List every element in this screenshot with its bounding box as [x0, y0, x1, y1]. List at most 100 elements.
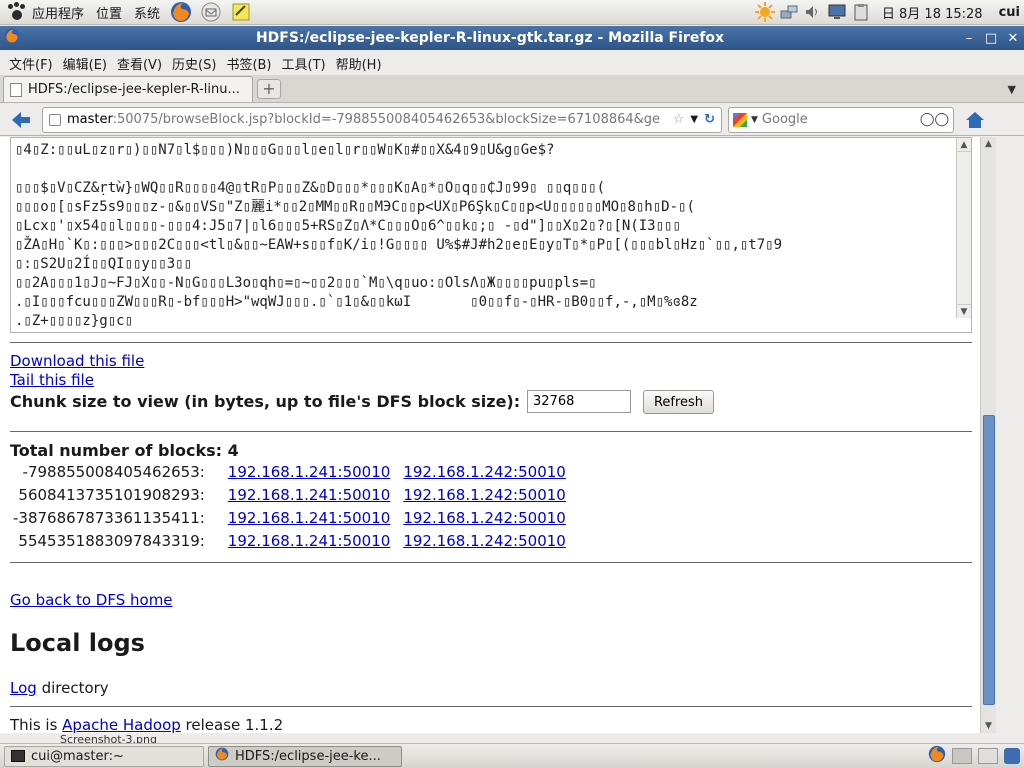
- datanode-link[interactable]: 192.168.1.242:50010: [403, 486, 566, 504]
- user-name[interactable]: cui: [999, 5, 1020, 20]
- search-engine-dropdown-icon[interactable]: ▼: [751, 115, 758, 125]
- back-button[interactable]: [6, 107, 36, 133]
- system-menu-label: 系统: [134, 6, 161, 22]
- file-preview-line: ▯4▯Z:▯▯uL▯z▯r▯)▯▯N7▯l$▯▯▯)N▯▯▯G▯▯▯l▯e▯l▯…: [15, 142, 555, 158]
- release-version: release 1.1.2: [180, 716, 284, 733]
- bookmark-star-icon[interactable]: ☆: [673, 112, 685, 127]
- new-tab-button[interactable]: +: [257, 79, 281, 99]
- menu-history[interactable]: 历史(S): [167, 54, 221, 73]
- system-tray: 日 8月 18 15:28 cui: [754, 0, 1024, 25]
- file-preview-textarea[interactable]: ▯4▯Z:▯▯uL▯z▯r▯)▯▯N7▯l$▯▯▯)N▯▯▯G▯▯▯l▯e▯l▯…: [10, 137, 972, 333]
- tab-list-chevron-icon[interactable]: ▼: [1008, 83, 1016, 96]
- workspace-icon[interactable]: [978, 748, 998, 764]
- window-titlebar[interactable]: HDFS:/eclipse-jee-kepler-R-linux-gtk.tar…: [0, 26, 1024, 50]
- block-node-cell: 192.168.1.241:50010: [225, 460, 401, 483]
- window-title: HDFS:/eclipse-jee-kepler-R-linux-gtk.tar…: [255, 30, 725, 46]
- file-preview-line: .▯I▯▯▯fcu▯▯▯ZW▯▯▯R▯-bf▯▯▯H>"wqWJ▯▯▯.▯`▯1…: [15, 294, 698, 310]
- applications-menu-label: 应用程序: [32, 6, 85, 22]
- taskbar-terminal[interactable]: cui@master:~: [4, 745, 204, 767]
- menu-file[interactable]: 文件(F): [4, 54, 58, 73]
- block-id: 5545351883097843319:: [18, 531, 205, 550]
- firefox-launcher-icon[interactable]: [170, 1, 192, 23]
- close-icon[interactable]: ✕: [1002, 31, 1024, 46]
- textarea-scroll-up-icon[interactable]: ▲: [957, 138, 971, 152]
- apache-hadoop-link[interactable]: Apache Hadoop: [62, 716, 181, 733]
- search-input[interactable]: [761, 112, 916, 127]
- display-icon[interactable]: [826, 2, 848, 22]
- menu-view[interactable]: 查看(V): [112, 54, 167, 73]
- minimize-icon[interactable]: –: [958, 31, 980, 46]
- divider: [10, 562, 972, 563]
- menu-bookmarks[interactable]: 书签(B): [221, 54, 276, 73]
- volume-icon[interactable]: [802, 2, 824, 22]
- search-bar[interactable]: ▼ ◯◯: [728, 106, 954, 133]
- url-host: master: [67, 112, 113, 127]
- local-logs-title: Local logs: [10, 629, 145, 657]
- home-button[interactable]: [960, 107, 990, 133]
- notes-launcher-icon[interactable]: [230, 1, 252, 23]
- google-icon[interactable]: [733, 112, 747, 127]
- datanode-link[interactable]: 192.168.1.241:50010: [228, 463, 391, 481]
- file-preview-line: ▯ŽA▯H▯`K▯:▯▯▯>▯▯▯2C▯▯▯<tl▯&▯▯~EAW+s▯▯f▯K…: [15, 237, 783, 253]
- datanode-link[interactable]: 192.168.1.241:50010: [228, 486, 391, 504]
- file-preview-line: ▯▯▯o▯[▯sFz5s9▯▯▯z-▯&▯▯VS▯"Z▯麗i*▯▯2▯MM▯▯R…: [15, 199, 695, 215]
- log-link[interactable]: Log: [10, 679, 37, 697]
- block-row: -3876867873361135411: 192.168.1.241:50010…: [10, 506, 576, 529]
- divider: [10, 431, 972, 432]
- workspace-icon[interactable]: [952, 748, 972, 764]
- places-menu[interactable]: 位置: [90, 0, 128, 25]
- navigation-bar: master:50075/browseBlock.jsp?blockId=-79…: [0, 104, 1024, 136]
- back-arrow-icon: [12, 111, 30, 128]
- chunk-size-input[interactable]: [527, 390, 631, 413]
- datanode-link[interactable]: 192.168.1.242:50010: [403, 509, 566, 527]
- taskbar-firefox-label: HDFS:/eclipse-jee-ke...: [235, 748, 381, 764]
- firefox-tray-icon[interactable]: [928, 745, 946, 767]
- textarea-scrollbar[interactable]: ▲ ▼: [956, 138, 971, 318]
- page-scroll-up-icon[interactable]: ▲: [981, 137, 996, 151]
- trash-icon[interactable]: [1004, 748, 1020, 764]
- file-preview-line: ▯▯▯c7▯▯▯▯LBV72▯^c▯/z▯▯▯▯▯▯▯b\gl▯"▯£▯T4IC…: [15, 331, 951, 332]
- file-preview-line: ▯▯2A▯▯▯1▯J▯~FJ▯X▯▯-N▯G▯▯▯L3o▯qh▯=▯~▯▯2▯▯…: [15, 275, 597, 291]
- update-sun-icon[interactable]: [754, 2, 776, 22]
- dfs-home-link[interactable]: Go back to DFS home: [10, 591, 173, 609]
- page-scroll-down-icon[interactable]: ▼: [981, 719, 996, 733]
- datanode-link[interactable]: 192.168.1.241:50010: [228, 509, 391, 527]
- clipboard-icon[interactable]: [850, 2, 872, 22]
- network-icon[interactable]: [778, 2, 800, 22]
- textarea-scroll-down-icon[interactable]: ▼: [957, 304, 971, 318]
- page-scroll-thumb[interactable]: [983, 415, 995, 705]
- datanode-link[interactable]: 192.168.1.242:50010: [403, 532, 566, 550]
- tab-label: HDFS:/eclipse-jee-kepler-R-linu...: [28, 82, 240, 97]
- menu-help[interactable]: 帮助(H): [331, 54, 387, 73]
- datanode-link[interactable]: 192.168.1.241:50010: [228, 532, 391, 550]
- block-id: -798855008405462653:: [22, 462, 205, 481]
- tab-hdfs[interactable]: HDFS:/eclipse-jee-kepler-R-linu...: [3, 76, 253, 102]
- mail-launcher-icon[interactable]: [200, 1, 222, 23]
- menu-edit[interactable]: 编辑(E): [58, 54, 112, 73]
- firefox-task-icon: [215, 747, 229, 765]
- block-row: 5545351883097843319: 192.168.1.241:50010 1…: [10, 529, 576, 552]
- file-preview-line: .▯Z+▯▯▯▯z}g▯c▯: [15, 313, 134, 329]
- tail-file-link[interactable]: Tail this file: [10, 371, 94, 389]
- firefox-window-icon: [0, 28, 22, 48]
- clock[interactable]: 日 8月 18 15:28: [882, 3, 983, 22]
- bottom-panel: cui@master:~ HDFS:/eclipse-jee-ke...: [0, 743, 1024, 768]
- top-panel: 应用程序 位置 系统 日 8月 18 15:28 cui: [0, 0, 1024, 25]
- refresh-button[interactable]: Refresh: [643, 390, 714, 414]
- maximize-icon[interactable]: □: [980, 31, 1002, 46]
- applications-menu[interactable]: 应用程序: [0, 0, 90, 25]
- menu-tools[interactable]: 工具(T): [277, 54, 331, 73]
- site-identity-icon[interactable]: [49, 113, 61, 126]
- reload-icon[interactable]: ↻: [704, 112, 715, 127]
- url-bar[interactable]: master:50075/browseBlock.jsp?blockId=-79…: [42, 106, 722, 133]
- system-menu[interactable]: 系统: [128, 0, 166, 25]
- url-dropdown-icon[interactable]: ▼: [690, 114, 698, 125]
- divider: [10, 706, 972, 707]
- download-file-link[interactable]: Download this file: [10, 352, 144, 370]
- file-preview-line: ▯▯▯$▯V▯CZ&ṛtẁ}▯WQ▯▯R▯▯▯▯4@▯tR▯P▯▯▯Z&▯D▯▯…: [15, 180, 606, 196]
- page-scrollbar[interactable]: ▲ ▼: [980, 137, 996, 733]
- datanode-link[interactable]: 192.168.1.242:50010: [403, 463, 566, 481]
- url-text[interactable]: master:50075/browseBlock.jsp?blockId=-79…: [67, 112, 667, 127]
- search-binoculars-icon[interactable]: ◯◯: [920, 112, 949, 127]
- taskbar-firefox[interactable]: HDFS:/eclipse-jee-ke...: [208, 745, 402, 767]
